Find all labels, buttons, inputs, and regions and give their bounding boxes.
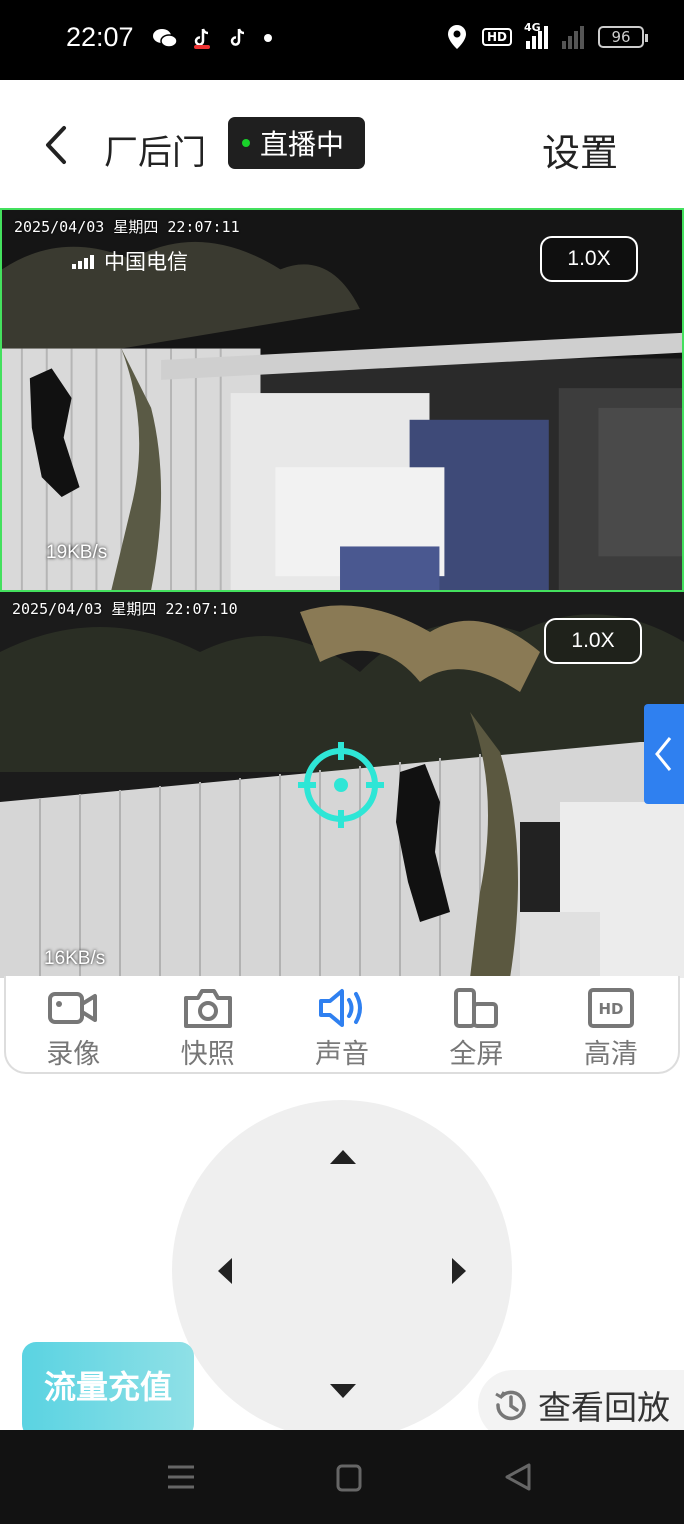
ptz-left-button[interactable] [216, 1256, 236, 1286]
header: 厂后门 直播中 设置 [0, 80, 684, 208]
snapshot-button[interactable]: 快照 [140, 976, 274, 1072]
snapshot-label: 快照 [180, 1039, 235, 1070]
status-time: 22:07 [66, 22, 134, 52]
notification-icons [152, 26, 274, 50]
ptz-right-button[interactable] [448, 1256, 468, 1286]
bitrate-label: 16KB/s [44, 948, 106, 969]
signal-no-service-icon [562, 25, 584, 49]
battery-icon: 96 [598, 26, 648, 48]
live-status-badge: 直播中 [228, 117, 365, 169]
signal-icon: 4G [524, 21, 548, 49]
camera-name: 厂后门 [104, 133, 206, 173]
crosshair-icon [298, 742, 384, 828]
feed-timestamp: 2025/04/03 星期四 22:07:11 [14, 218, 240, 236]
wechat-icon [153, 29, 178, 48]
record-label: 录像 [46, 1039, 101, 1070]
data-recharge-button[interactable]: 流量充值 [22, 1342, 194, 1438]
hd-label: 高清 [583, 1039, 638, 1070]
home-icon[interactable] [336, 1464, 362, 1492]
video-camera-icon [48, 992, 98, 1024]
feed-timestamp: 2025/04/03 星期四 22:07:10 [12, 600, 238, 618]
history-clock-icon [495, 1390, 526, 1421]
ptz-down-button[interactable] [328, 1380, 358, 1400]
hd-icon: HD [587, 988, 634, 1028]
back-nav-icon[interactable] [504, 1462, 532, 1492]
record-button[interactable]: 录像 [6, 976, 140, 1072]
more-notifications-icon [264, 34, 272, 42]
system-nav-bar [0, 1430, 684, 1524]
side-panel-toggle[interactable] [644, 704, 684, 804]
sound-button[interactable]: 声音 [275, 976, 409, 1072]
carrier-label: 中国电信 [72, 246, 188, 276]
fullscreen-icon [454, 988, 499, 1028]
sound-label: 声音 [315, 1039, 370, 1070]
bitrate-label: 19KB/s [46, 542, 108, 563]
live-dot-icon [242, 139, 250, 147]
hd-button[interactable]: HD 高清 [544, 976, 678, 1072]
fullscreen-label: 全屏 [449, 1039, 504, 1070]
tiktok-icon [230, 28, 245, 46]
tiktok-icon [194, 28, 210, 49]
camera-feed-2[interactable]: 2025/04/03 星期四 22:07:10 1.0X 16KB/s [0, 592, 684, 978]
menu-icon[interactable] [166, 1462, 196, 1492]
back-icon[interactable] [38, 122, 74, 168]
playback-label: 查看回放 [538, 1388, 670, 1427]
ptz-direction-pad[interactable] [172, 1100, 512, 1440]
live-label: 直播中 [260, 128, 345, 161]
signal-strength-icon [72, 255, 94, 269]
fullscreen-button[interactable]: 全屏 [409, 976, 543, 1072]
svg-text:HD: HD [598, 1000, 623, 1018]
speaker-icon [319, 989, 363, 1027]
settings-button[interactable]: 设置 [542, 122, 618, 177]
chevron-left-icon [655, 737, 672, 771]
zoom-button[interactable]: 1.0X [544, 618, 642, 664]
location-icon [447, 25, 466, 49]
hd-voice-icon: HD [481, 28, 512, 46]
control-toolbar: 录像 快照 声音 全屏 HD 高清 [4, 976, 680, 1074]
system-icons: HD 4G 96 [446, 21, 648, 50]
ptz-up-button[interactable] [328, 1148, 358, 1168]
status-bar: 22:07 HD 4G 96 [0, 0, 684, 80]
camera-feed-1[interactable]: 2025/04/03 星期四 22:07:11 中国电信 1.0X 19KB/s [0, 208, 684, 592]
camera-icon [183, 989, 232, 1028]
zoom-button[interactable]: 1.0X [540, 236, 638, 282]
